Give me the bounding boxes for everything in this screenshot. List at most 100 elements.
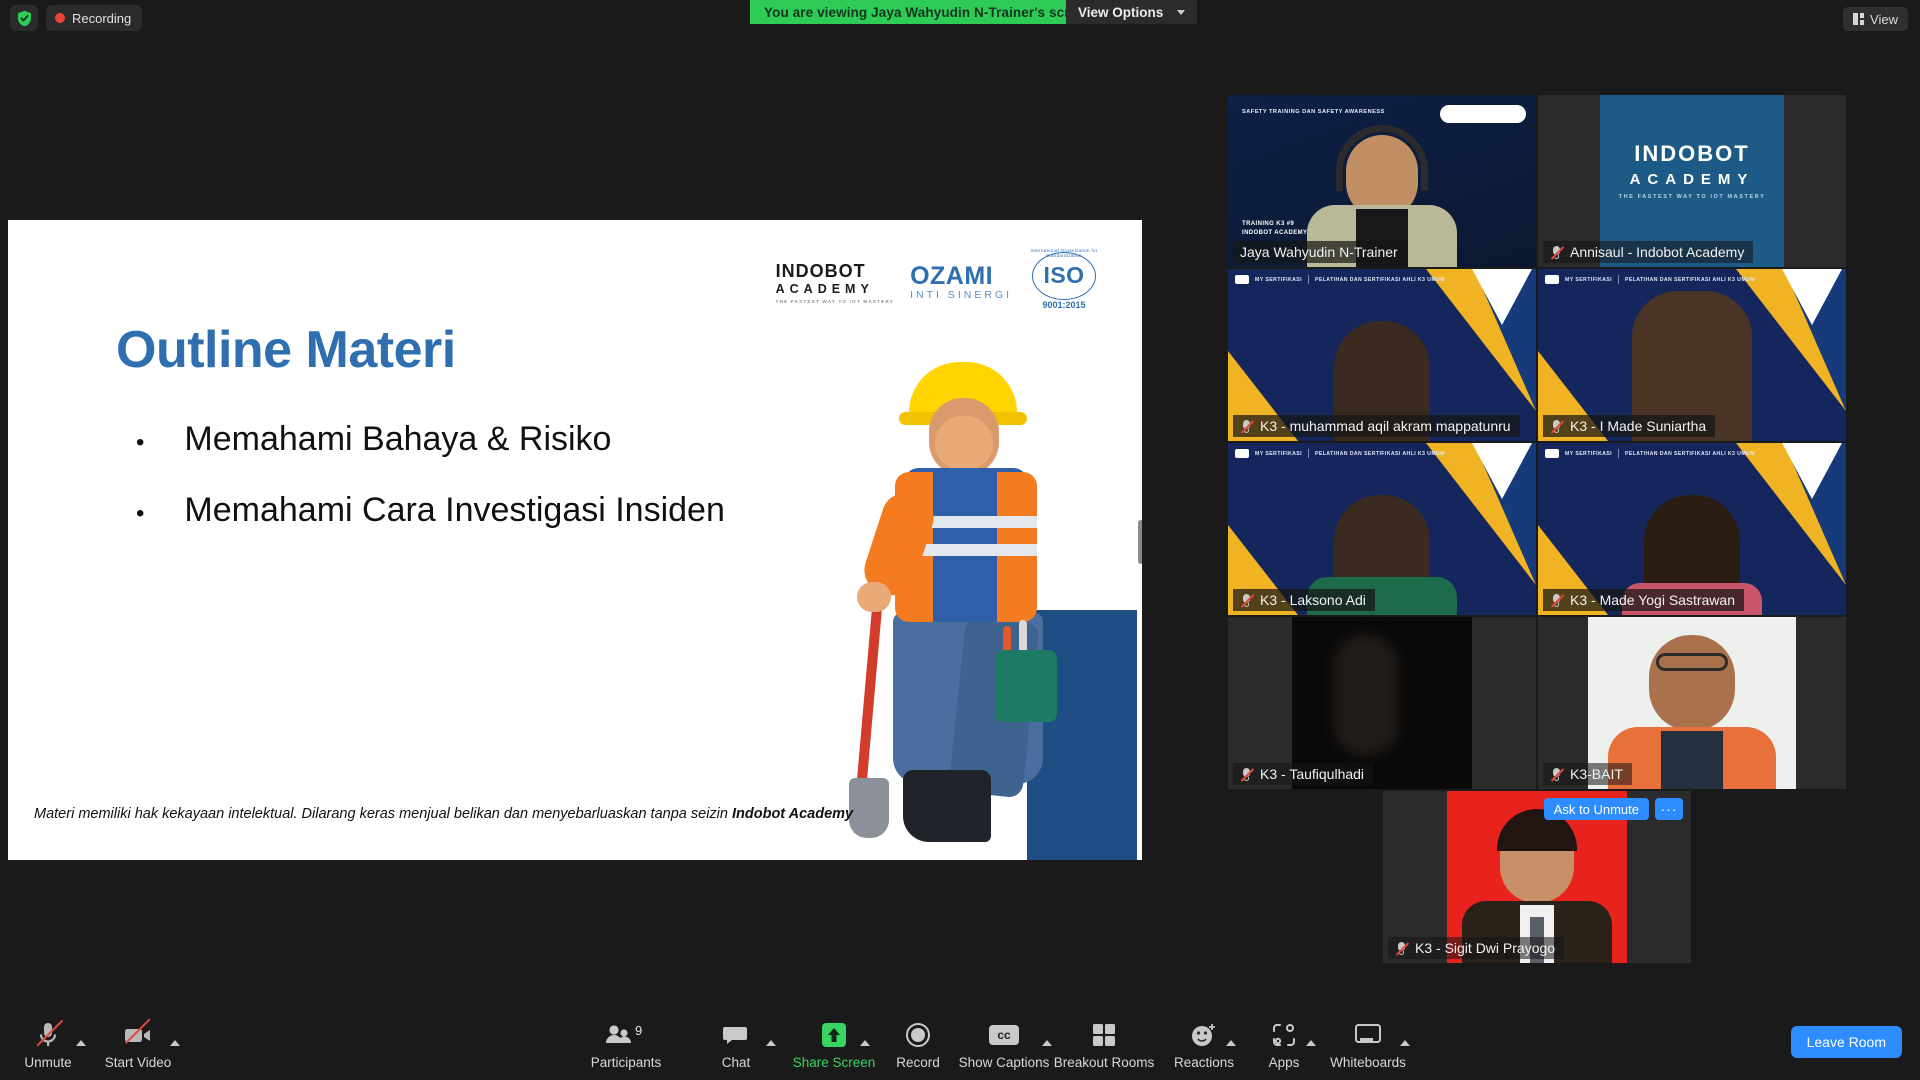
cert-text: PELATIHAN DAN SERTIFIKASI AHLI K3 UMUM [1625,276,1755,283]
whiteboards-options-chevron[interactable] [1400,1040,1410,1046]
mic-muted-icon [1240,419,1255,434]
show-captions-button[interactable]: cc Show Captions [958,1020,1050,1070]
indobot-logo-name: INDOBOT [775,261,866,282]
record-label: Record [896,1055,940,1070]
cert-text: PELATIHAN DAN SERTIFIKASI AHLI K3 UMUM [1625,450,1755,457]
svg-text:9: 9 [635,1024,642,1038]
recording-indicator-group: Recording [10,5,143,31]
start-video-label: Start Video [104,1055,172,1070]
chat-options-chevron[interactable] [766,1040,776,1046]
meeting-toolbar: Unmute Start Video 9 Participants Chat S… [0,994,1920,1080]
tile-overlay-line2: INDOBOT ACADEMY [1242,229,1308,236]
tile-nameplate: K3 - Taufiqulhadi [1233,763,1374,785]
mic-muted-icon [1550,419,1565,434]
tile-nameplate: Jaya Wahyudin N-Trainer [1233,241,1407,263]
leave-room-button[interactable]: Leave Room [1790,1026,1902,1058]
slide-bullet-list: • Memahami Bahaya & Risiko • Memahami Ca… [136,420,725,562]
breakout-rooms-icon [1091,1020,1117,1050]
participant-name: Jaya Wahyudin N-Trainer [1240,244,1398,260]
tile-overlay-line1: TRAINING K3 #9 [1242,221,1295,228]
tile-nameplate: K3 - Made Yogi Sastrawan [1543,589,1744,611]
chat-label: Chat [721,1055,751,1070]
tile-sponsor-logos [1440,105,1526,123]
captions-label: Show Captions [958,1055,1050,1070]
cert-badge-label: MY SERTIFIKASI [1565,276,1613,283]
bullet-text: Memahami Cara Investigasi Insiden [184,491,725,529]
recording-dot-icon [55,13,65,23]
record-icon [905,1020,931,1050]
participant-tile-jaya-wahyudin[interactable]: SAFETY TRAINING DAN SAFETY AWARENESS TRA… [1228,95,1536,267]
apps-options-chevron[interactable] [1306,1040,1316,1046]
record-button[interactable]: Record [872,1020,964,1070]
participant-tile-muhammad-aqil[interactable]: MY SERTIFIKASI PELATIHAN DAN SERTIFIKASI … [1228,269,1536,441]
breakout-rooms-label: Breakout Rooms [1053,1055,1155,1070]
tile-nameplate: K3 - Laksono Adi [1233,589,1375,611]
video-camera-muted-icon [123,1018,153,1050]
shared-screen-slide[interactable]: INDOBOT ACADEMY THE FASTEST WAY TO IOT M… [8,220,1142,860]
breakout-rooms-button[interactable]: Breakout Rooms [1054,1020,1154,1070]
participants-icon: 9 [603,1020,649,1050]
video-options-chevron[interactable] [170,1040,180,1046]
list-item: • Memahami Bahaya & Risiko [136,420,725,459]
indobot-logo-sub: ACADEMY [775,282,874,297]
participant-tile-made-yogi[interactable]: MY SERTIFIKASI PELATIHAN DAN SERTIFIKASI … [1538,443,1846,615]
participants-label: Participants [590,1055,662,1070]
encryption-shield-button[interactable] [10,5,38,31]
apps-label: Apps [1268,1055,1300,1070]
cert-text: PELATIHAN DAN SERTIFIKASI AHLI K3 UMUM [1315,450,1445,457]
participant-tile-laksono-adi[interactable]: MY SERTIFIKASI PELATIHAN DAN SERTIFIKASI … [1228,443,1536,615]
slide-scrollbar[interactable] [1138,520,1142,564]
list-item: • Memahami Cara Investigasi Insiden [136,491,725,530]
reactions-smiley-icon [1190,1020,1218,1050]
screen-share-banner: You are viewing Jaya Wahyudin N-Trainer'… [750,0,1108,24]
cert-badge-label: MY SERTIFIKASI [1255,450,1303,457]
tile-nameplate: K3-BAIT [1543,763,1632,785]
bullet-text: Memahami Bahaya & Risiko [184,420,612,458]
share-screen-icon [819,1020,849,1050]
participant-name: Annisaul - Indobot Academy [1570,244,1745,260]
participant-name: K3 - I Made Suniartha [1570,418,1707,434]
slide-footer-brand: Indobot Academy [731,806,854,822]
participant-tile-i-made-suniartha[interactable]: MY SERTIFIKASI PELATIHAN DAN SERTIFIKASI … [1538,269,1846,441]
tile-nameplate: K3 - muhammad aqil akram mappatunru [1233,415,1520,437]
view-options-label: View Options [1078,4,1164,20]
participant-name: K3-BAIT [1570,766,1623,782]
bullet-marker: • [136,429,145,456]
tile-more-options-button[interactable]: ··· [1655,798,1683,820]
grid-view-icon [1853,13,1865,25]
share-options-chevron[interactable] [860,1040,870,1046]
audio-options-chevron[interactable] [76,1040,86,1046]
mic-muted-icon [1550,593,1565,608]
chat-bubble-icon [723,1020,749,1050]
whiteboards-label: Whiteboards [1330,1055,1406,1070]
cert-text: PELATIHAN DAN SERTIFIKASI AHLI K3 UMUM [1315,276,1445,283]
chevron-down-icon [1177,9,1186,15]
captions-options-chevron[interactable] [1042,1040,1052,1046]
participants-button[interactable]: 9 Participants [580,1020,672,1070]
view-options-button[interactable]: View Options [1066,0,1198,24]
mic-muted-icon [1395,941,1410,956]
apps-button[interactable]: Apps [1238,1020,1330,1070]
participant-tile-k3-bait[interactable]: K3-BAIT [1538,617,1846,789]
iso-standard-label: 9001:2015 [1042,300,1086,310]
recording-status-chip[interactable]: Recording [46,5,143,31]
participant-tile-annisaul[interactable]: INDOBOT ACADEMY THE FASTEST WAY TO IOT M… [1538,95,1846,267]
iso-certification-logo: International Organization for Standardi… [1028,248,1100,316]
microphone-muted-icon [35,1019,64,1050]
cc-icon-text: cc [989,1025,1019,1045]
participant-name: K3 - muhammad aqil akram mappatunru [1260,418,1511,434]
ozami-logo-sub: INTI SINERGI [910,288,1012,301]
cert-badge-label: MY SERTIFIKASI [1565,450,1613,457]
participant-tile-sigit-dwi-prayogo[interactable]: Ask to Unmute ··· K3 - Sigit Dwi Prayogo [1383,791,1691,963]
reactions-options-chevron[interactable] [1226,1040,1236,1046]
ask-to-unmute-button[interactable]: Ask to Unmute [1543,798,1649,820]
participant-tile-taufiqulhadi[interactable]: K3 - Taufiqulhadi [1228,617,1536,789]
indobot-logo-tagline: THE FASTEST WAY TO IOT MASTERY [775,298,895,304]
ozami-logo: OZAMI INTI SINERGI [910,264,1012,301]
closed-captions-icon: cc [989,1020,1019,1050]
reactions-button[interactable]: Reactions [1158,1020,1250,1070]
mic-muted-icon [1550,245,1565,260]
participant-name: K3 - Sigit Dwi Prayogo [1415,940,1556,956]
view-layout-button[interactable]: View [1843,7,1908,31]
bullet-marker: • [136,500,145,527]
